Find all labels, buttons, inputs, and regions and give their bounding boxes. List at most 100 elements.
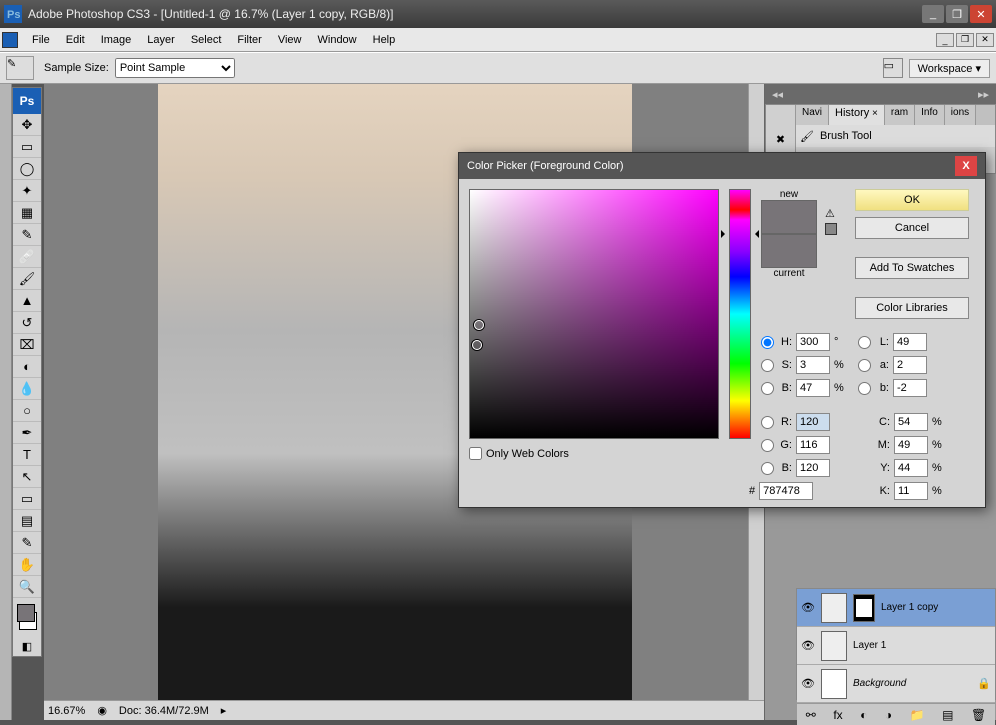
path-tool[interactable]: ↖ [13, 466, 41, 488]
type-tool[interactable]: T [13, 444, 41, 466]
color-libraries-button[interactable]: Color Libraries [855, 297, 969, 319]
stamp-tool[interactable]: ▲ [13, 290, 41, 312]
warning-icon[interactable]: ⚠ [825, 207, 837, 220]
tab-actions[interactable]: ions [945, 105, 976, 125]
s-field[interactable] [796, 356, 830, 374]
menu-select[interactable]: Select [183, 31, 230, 49]
layer-row[interactable]: 👁 Layer 1 [797, 627, 995, 665]
hex-field[interactable] [759, 482, 813, 500]
crop-tool[interactable]: ▦ [13, 202, 41, 224]
gradient-tool[interactable]: ◐ [13, 356, 41, 378]
hand-tool[interactable]: ✋ [13, 554, 41, 576]
m-field[interactable] [894, 436, 928, 454]
menu-file[interactable]: File [24, 31, 58, 49]
collapse-left-icon[interactable]: ◂◂ [769, 88, 786, 101]
a-radio[interactable] [858, 359, 871, 372]
s-radio[interactable] [761, 359, 774, 372]
layer-row[interactable]: 👁 Layer 1 copy [797, 589, 995, 627]
pen-tool[interactable]: ✒ [13, 422, 41, 444]
cancel-button[interactable]: Cancel [855, 217, 969, 239]
dialog-close-button[interactable]: X [955, 156, 977, 176]
brush-tool[interactable]: 🖌 [13, 268, 41, 290]
hue-indicator[interactable] [725, 230, 755, 234]
tab-history[interactable]: History × [829, 105, 885, 125]
healing-tool[interactable]: 🩹 [13, 246, 41, 268]
link-icon[interactable]: ⚯ [806, 708, 816, 722]
visibility-icon[interactable]: 👁 [801, 639, 815, 652]
dodge-tool[interactable]: ○ [13, 400, 41, 422]
sample-size-select[interactable]: Point Sample [115, 58, 235, 78]
bv-radio[interactable] [761, 462, 774, 475]
menu-filter[interactable]: Filter [229, 31, 269, 49]
g-field[interactable] [796, 436, 830, 454]
color-swatches[interactable] [15, 602, 39, 632]
cube-icon[interactable] [825, 223, 837, 235]
blur-tool[interactable]: 💧 [13, 378, 41, 400]
hue-slider[interactable] [729, 189, 751, 439]
wand-tool[interactable]: ✦ [13, 180, 41, 202]
eyedropper-tool[interactable]: ✎ [13, 224, 41, 246]
marquee-tool[interactable]: ▭ [13, 136, 41, 158]
b-field[interactable] [796, 379, 830, 397]
screen-mode-icon[interactable]: ▭ [883, 58, 903, 78]
menu-view[interactable]: View [270, 31, 310, 49]
doc-restore-button[interactable]: ❐ [956, 33, 974, 47]
saturation-brightness-field[interactable] [469, 189, 719, 439]
lasso-tool[interactable]: ◯ [13, 158, 41, 180]
layer-thumb[interactable] [821, 593, 847, 623]
zoom-level[interactable]: 16.67% [48, 705, 85, 717]
minimize-button[interactable]: _ [922, 5, 944, 23]
adjustment-icon[interactable]: ◑ [885, 708, 892, 722]
doc-close-button[interactable]: ✕ [976, 33, 994, 47]
tab-info[interactable]: Info [915, 105, 945, 125]
current-color-swatch[interactable] [761, 234, 817, 268]
layer-thumb[interactable] [821, 669, 847, 699]
layer-thumb[interactable] [821, 631, 847, 661]
r-field[interactable] [796, 413, 830, 431]
shape-tool[interactable]: ▭ [13, 488, 41, 510]
folder-icon[interactable]: 📁 [910, 708, 925, 722]
y-field[interactable] [894, 459, 928, 477]
foreground-color-swatch[interactable] [17, 604, 35, 622]
status-menu-icon[interactable]: ▸ [221, 704, 227, 717]
menu-layer[interactable]: Layer [139, 31, 183, 49]
fx-icon[interactable]: fx [833, 708, 842, 722]
k-field[interactable] [894, 482, 928, 500]
zoom-icon[interactable]: ◉ [97, 704, 107, 717]
eraser-tool[interactable]: ⌧ [13, 334, 41, 356]
maximize-button[interactable]: ❐ [946, 5, 968, 23]
new-color-swatch[interactable] [761, 200, 817, 234]
tab-histogram[interactable]: ram [885, 105, 915, 125]
close-button[interactable]: ✕ [970, 5, 992, 23]
dialog-titlebar[interactable]: Color Picker (Foreground Color) X [459, 153, 985, 179]
ok-button[interactable]: OK [855, 189, 969, 211]
mask-icon[interactable]: ◐ [860, 708, 867, 722]
menu-edit[interactable]: Edit [58, 31, 93, 49]
menu-window[interactable]: Window [310, 31, 365, 49]
a-field[interactable] [893, 356, 927, 374]
move-tool[interactable]: ✥ [13, 114, 41, 136]
h-field[interactable] [796, 333, 830, 351]
add-swatches-button[interactable]: Add To Swatches [855, 257, 969, 279]
r-radio[interactable] [761, 416, 774, 429]
collapse-right-icon[interactable]: ▸▸ [975, 88, 992, 101]
doc-minimize-button[interactable]: _ [936, 33, 954, 47]
g-radio[interactable] [761, 439, 774, 452]
web-colors-checkbox[interactable]: Only Web Colors [469, 447, 719, 460]
workspace-button[interactable]: Workspace ▾ [909, 59, 990, 78]
trash-icon[interactable]: 🗑 [971, 708, 986, 722]
lab-b-field[interactable] [893, 379, 927, 397]
tab-navigator[interactable]: Navi [796, 105, 829, 125]
visibility-icon[interactable]: 👁 [801, 677, 815, 690]
color-cursor[interactable] [474, 320, 484, 330]
menu-help[interactable]: Help [365, 31, 404, 49]
menu-image[interactable]: Image [93, 31, 140, 49]
eyedropper-tool-2[interactable]: ✎ [13, 532, 41, 554]
notes-tool[interactable]: ▤ [13, 510, 41, 532]
zoom-tool[interactable]: 🔍 [13, 576, 41, 598]
quick-mask-button[interactable]: ◧ [13, 636, 41, 656]
toolbox-header-icon[interactable]: Ps [13, 88, 41, 114]
h-radio[interactable] [761, 336, 774, 349]
layer-row[interactable]: 👁 Background 🔒 [797, 665, 995, 703]
new-layer-icon[interactable]: ▤ [942, 708, 953, 722]
